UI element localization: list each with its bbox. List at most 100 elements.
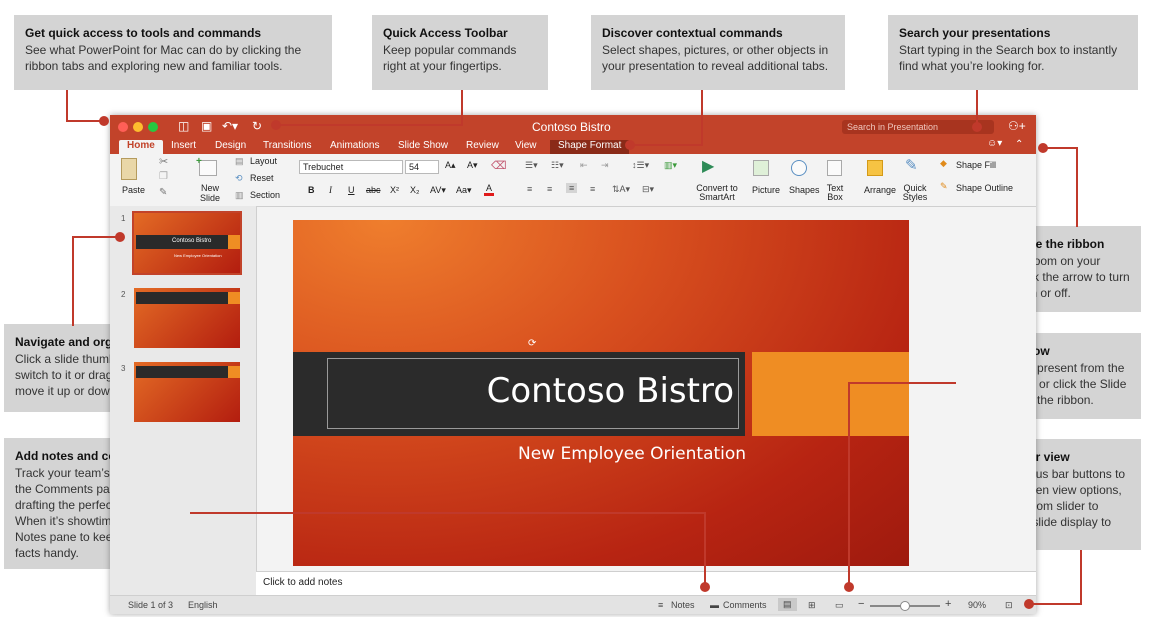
collapse-ribbon-icon[interactable]: ⌃ (1015, 139, 1023, 150)
align-right-icon[interactable]: ≡ (566, 183, 578, 193)
zoom-level[interactable]: 90% (968, 600, 986, 610)
italic-button[interactable]: I (329, 185, 332, 195)
leader-dot (844, 582, 854, 592)
rotate-handle-icon[interactable]: ⟳ (528, 338, 536, 349)
paste-icon[interactable] (121, 158, 137, 180)
new-slide-label[interactable]: New Slide (196, 183, 224, 203)
increase-indent-icon[interactable]: ⇥ (601, 160, 609, 171)
callout-title: Quick Access Toolbar (383, 26, 508, 40)
shapes-label[interactable]: Shapes (789, 185, 820, 195)
slide-subtitle[interactable]: New Employee Orientation (518, 444, 746, 464)
picture-icon[interactable] (753, 160, 769, 176)
leader-line (848, 382, 850, 588)
normal-view-icon[interactable]: ▤ (778, 598, 797, 611)
leader-dot (1024, 599, 1034, 609)
reset-button[interactable]: Reset (250, 173, 274, 183)
zoom-window-button[interactable] (148, 122, 158, 132)
shape-outline-button[interactable]: Shape Outline (956, 183, 1013, 193)
character-spacing-icon[interactable]: AV▾ (430, 185, 446, 196)
shrink-font-icon[interactable]: A▾ (467, 160, 478, 171)
accent-block (752, 352, 909, 436)
superscript-button[interactable]: X² (390, 185, 399, 195)
zoom-slider-thumb[interactable] (900, 601, 910, 611)
slide-thumbnail-2[interactable] (134, 288, 240, 348)
quick-styles-label[interactable]: Quick Styles (902, 184, 928, 202)
leader-dot (972, 122, 982, 132)
redo-icon[interactable]: ↻ (252, 119, 262, 133)
share-icon[interactable]: ⚇+ (1008, 119, 1026, 133)
section-button[interactable]: Section (250, 190, 280, 200)
strikethrough-button[interactable]: abc (366, 185, 381, 195)
fit-slide-icon[interactable]: ⊡ (1005, 600, 1013, 611)
bullets-icon[interactable]: ☰▾ (525, 160, 538, 171)
arrange-label[interactable]: Arrange (864, 185, 896, 195)
tab-design[interactable]: Design (215, 140, 246, 151)
status-bar: Slide 1 of 3 English ≡ Notes ▬ Comments … (110, 595, 1036, 614)
clear-formatting-icon[interactable]: ⌫ (491, 159, 507, 172)
leader-line (190, 512, 706, 514)
tab-shape-format[interactable]: Shape Format (550, 140, 630, 154)
tab-view[interactable]: View (515, 140, 537, 151)
layout-button[interactable]: Layout (250, 156, 277, 166)
leader-dot (700, 582, 710, 592)
align-center-icon[interactable]: ≡ (547, 184, 552, 194)
shape-fill-button[interactable]: Shape Fill (956, 160, 996, 170)
font-color-icon[interactable]: A (484, 183, 495, 196)
slide-sorter-icon[interactable]: ⊞ (808, 600, 816, 611)
zoom-out-icon[interactable]: − (858, 598, 864, 610)
numbering-icon[interactable]: ☷▾ (551, 160, 564, 171)
arrange-icon[interactable] (867, 160, 883, 176)
justify-icon[interactable]: ≡ (590, 184, 595, 194)
decrease-indent-icon[interactable]: ⇤ (580, 160, 588, 171)
font-size-select[interactable]: 54 (405, 160, 439, 174)
zoom-in-icon[interactable]: + (945, 598, 951, 610)
undo-icon[interactable]: ↶▾ (222, 119, 238, 133)
slide-canvas[interactable]: Contoso Bistro ⟳ New Employee Orientatio… (293, 220, 909, 566)
text-box-icon[interactable] (827, 160, 842, 176)
slide-title[interactable]: Contoso Bistro (487, 371, 734, 411)
language[interactable]: English (188, 600, 218, 610)
text-box-label[interactable]: Text Box (823, 184, 847, 202)
quick-styles-icon[interactable]: ✎ (905, 156, 918, 174)
shapes-icon[interactable] (791, 160, 807, 176)
leader-line (1080, 550, 1082, 605)
format-painter-icon[interactable]: ✎ (159, 187, 167, 198)
slide-count: Slide 1 of 3 (128, 600, 174, 610)
text-direction-icon[interactable]: ⇅A▾ (612, 184, 630, 195)
copy-icon[interactable]: ❐ (159, 171, 168, 182)
underline-button[interactable]: U (348, 185, 355, 195)
line-spacing-icon[interactable]: ↕☰▾ (632, 160, 649, 171)
notes-pane[interactable]: Click to add notes (256, 571, 1036, 595)
columns-icon[interactable]: ▥▾ (664, 160, 677, 171)
align-text-icon[interactable]: ⊟▾ (642, 184, 654, 195)
close-window-button[interactable] (118, 122, 128, 132)
convert-smartart-label[interactable]: Convert to SmartArt (692, 184, 742, 202)
sidebar-toggle-icon[interactable]: ◫ (178, 119, 189, 133)
slide-thumbnail-1[interactable]: Contoso Bistro New Employee Orientation (132, 211, 242, 275)
tab-slide-show[interactable]: Slide Show (398, 140, 448, 151)
font-name-select[interactable]: Trebuchet (299, 160, 403, 174)
bold-button[interactable]: B (308, 185, 315, 195)
tab-review[interactable]: Review (466, 140, 499, 151)
cut-icon[interactable]: ✂ (159, 155, 168, 168)
smiley-feedback-icon[interactable]: ☺▾ (987, 138, 1002, 149)
notes-button[interactable]: Notes (671, 600, 695, 610)
grow-font-icon[interactable]: A▴ (445, 160, 456, 171)
paste-label[interactable]: Paste (122, 185, 145, 195)
comments-button[interactable]: Comments (723, 600, 767, 610)
smartart-icon[interactable]: ▶ (702, 156, 714, 176)
picture-label[interactable]: Picture (752, 185, 780, 195)
save-icon[interactable]: ▣ (201, 119, 212, 133)
tab-animations[interactable]: Animations (330, 140, 379, 151)
leader-line (701, 90, 703, 146)
align-left-icon[interactable]: ≡ (527, 184, 532, 194)
tab-home[interactable]: Home (119, 140, 163, 154)
change-case-icon[interactable]: Aa▾ (456, 185, 472, 196)
minimize-window-button[interactable] (133, 122, 143, 132)
subscript-button[interactable]: X₂ (410, 185, 420, 195)
slide-show-icon[interactable]: ▭ (835, 600, 844, 611)
tab-transitions[interactable]: Transitions (263, 140, 312, 151)
title-placeholder[interactable]: Contoso Bistro (327, 358, 739, 429)
tab-insert[interactable]: Insert (171, 140, 196, 151)
slide-thumbnail-3[interactable] (134, 362, 240, 422)
